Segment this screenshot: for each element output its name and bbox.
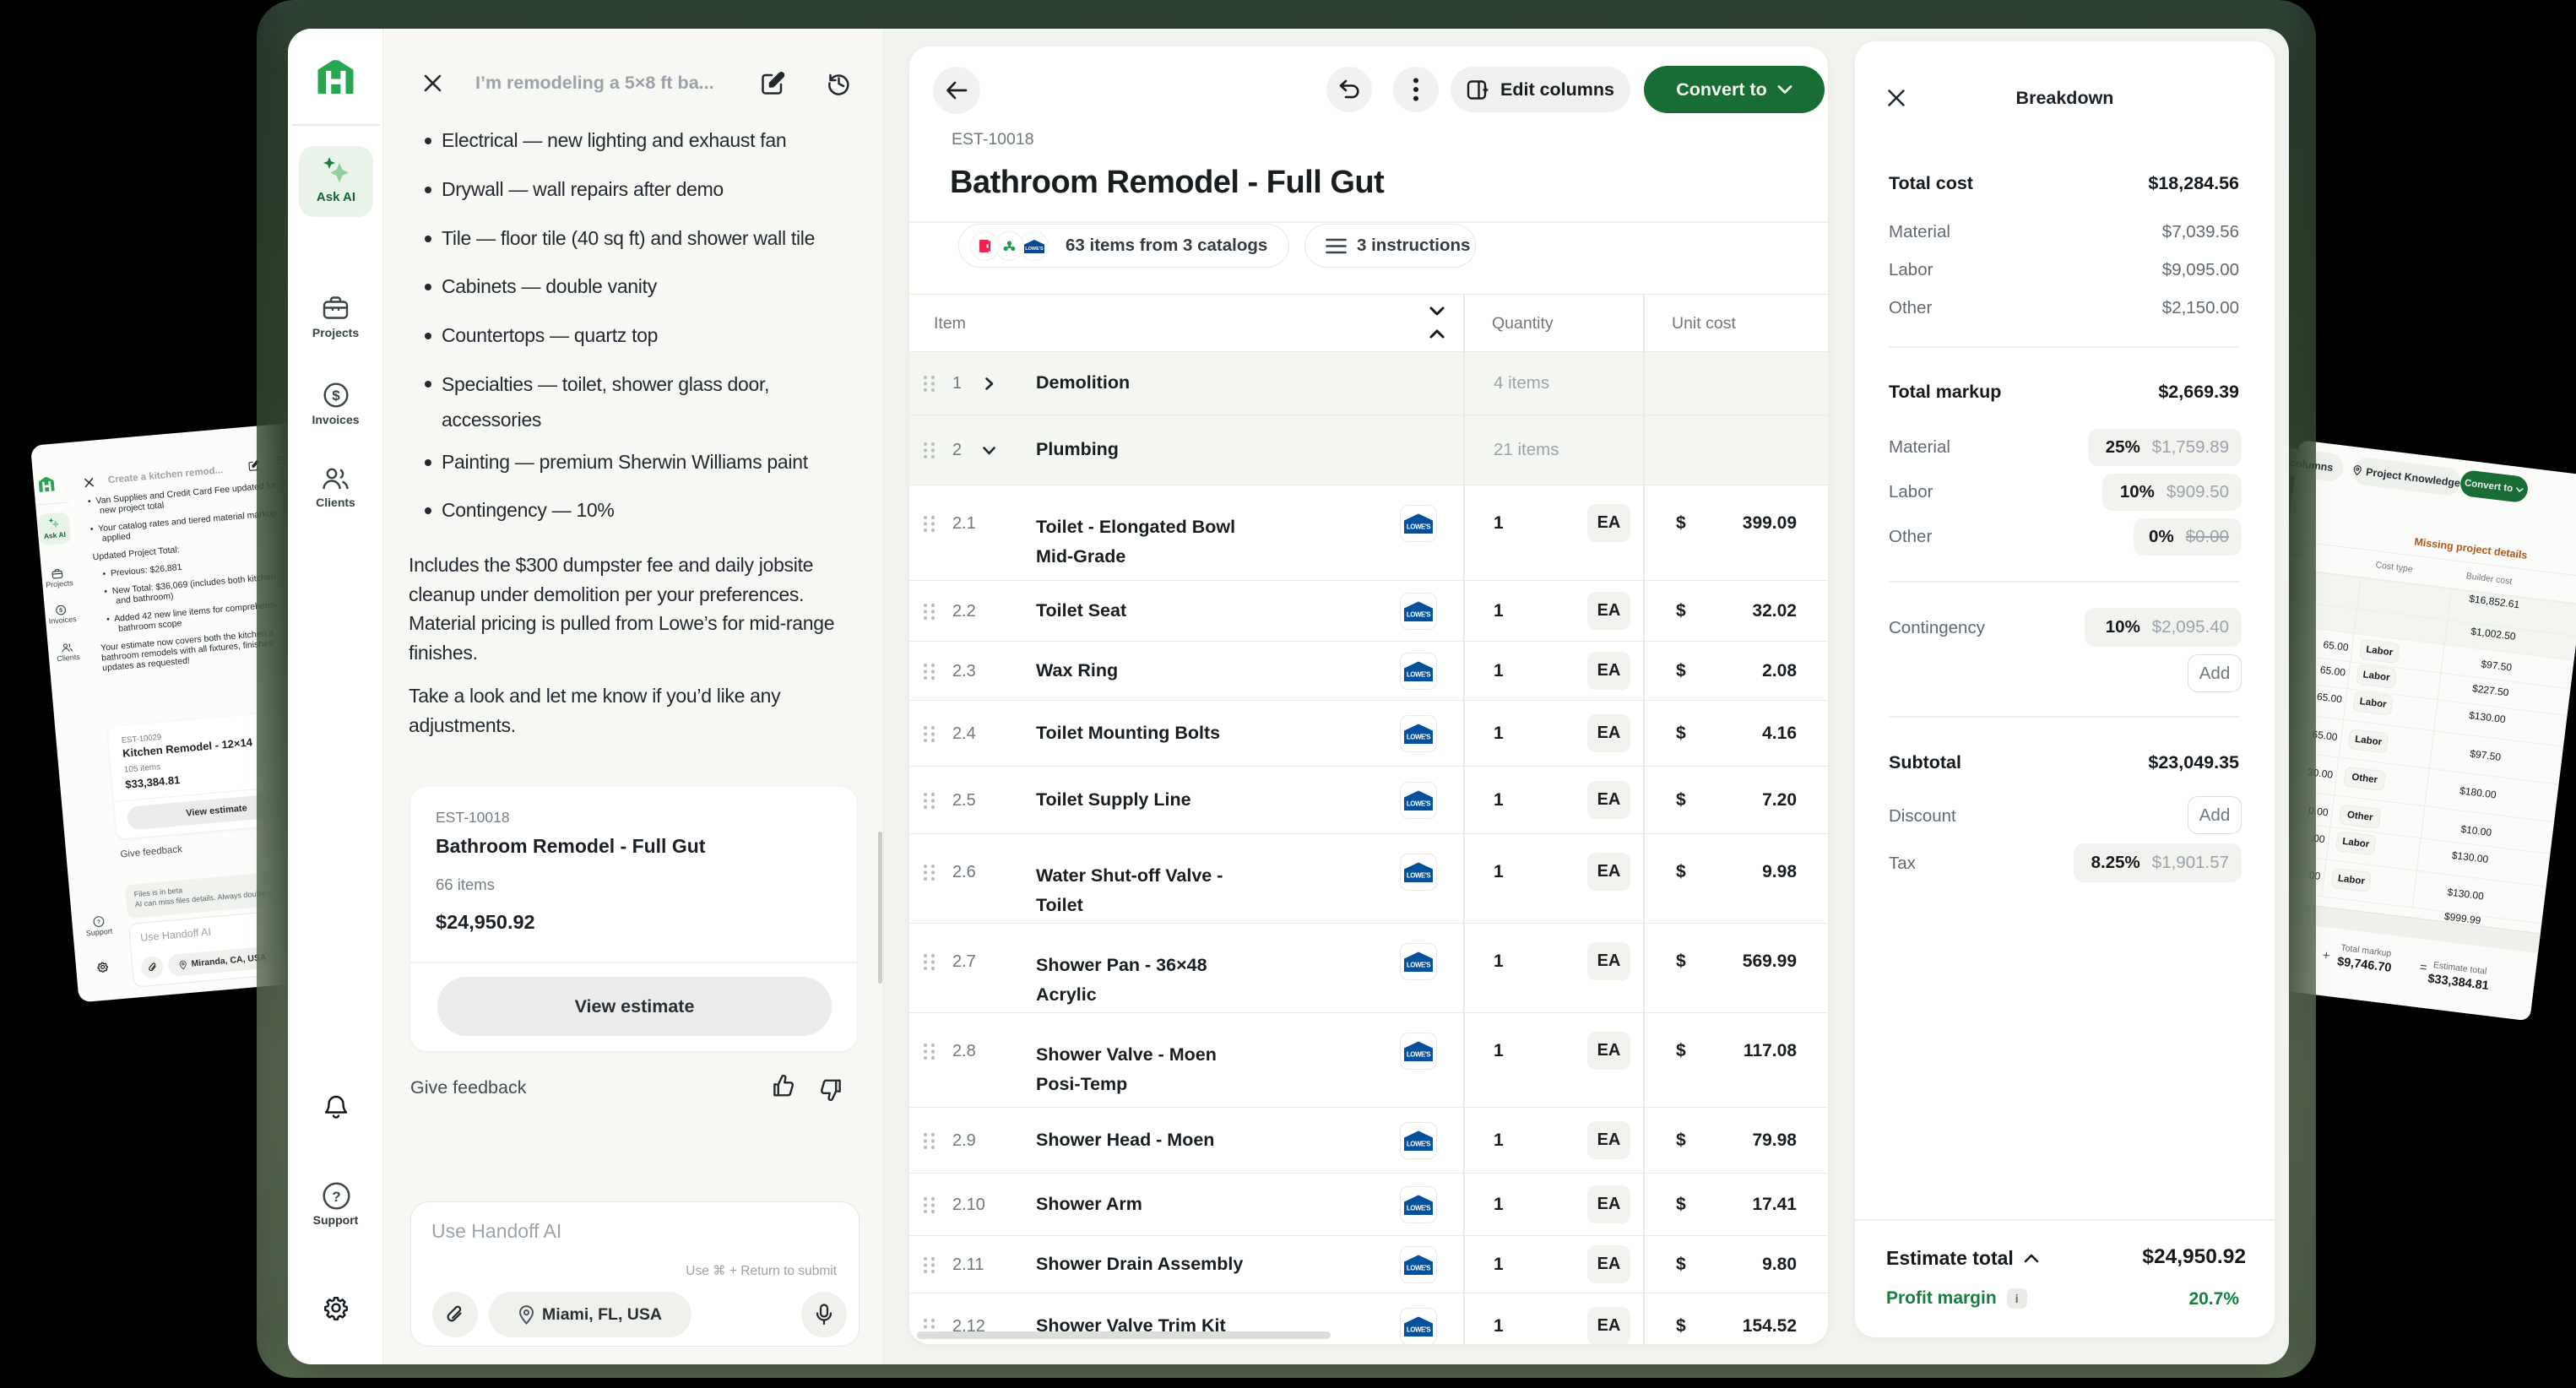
svg-text:$: $ — [59, 608, 63, 614]
svg-text:LOWE'S: LOWE'S — [1407, 962, 1431, 969]
svg-text:LOWE'S: LOWE'S — [1407, 1141, 1431, 1148]
svg-text:LOWE'S: LOWE'S — [1407, 671, 1431, 679]
svg-text:?: ? — [332, 1189, 340, 1205]
svg-text:LOWE'S: LOWE'S — [1407, 523, 1431, 531]
svg-text:LOWE'S: LOWE'S — [1407, 1205, 1431, 1212]
svg-text:LOWE'S: LOWE'S — [1407, 1051, 1431, 1059]
svg-text:LOWE'S: LOWE'S — [1407, 1326, 1431, 1334]
svg-text:LOWE'S: LOWE'S — [1407, 800, 1431, 808]
svg-text:LOWE'S: LOWE'S — [1025, 247, 1044, 252]
svg-text:LOWE'S: LOWE'S — [1407, 872, 1431, 880]
svg-text:LOWE'S: LOWE'S — [1407, 611, 1431, 619]
svg-text:LOWE'S: LOWE'S — [1407, 1265, 1431, 1272]
svg-text:?: ? — [97, 919, 101, 925]
svg-text:LOWE'S: LOWE'S — [1407, 734, 1431, 741]
svg-text:$: $ — [332, 388, 340, 404]
